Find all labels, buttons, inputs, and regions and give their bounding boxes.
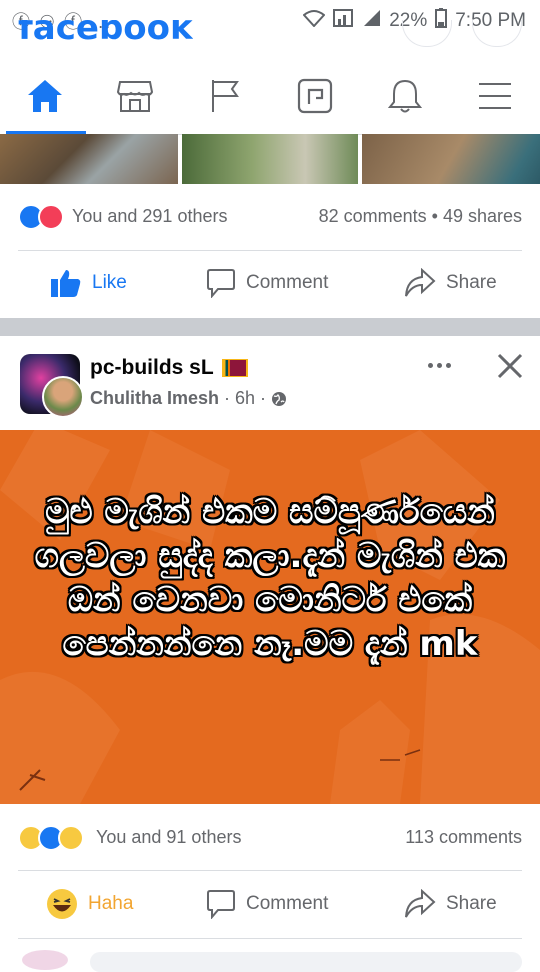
signal-2-icon (363, 9, 381, 33)
nav-home[interactable] (0, 58, 90, 134)
author-name[interactable]: Chulitha Imesh (90, 388, 219, 409)
post2-comments[interactable]: 113 comments (405, 827, 522, 848)
top-navigation (0, 58, 540, 135)
like-label: Like (92, 272, 127, 293)
nav-menu[interactable] (450, 58, 540, 134)
groups-icon (297, 78, 333, 114)
feed-separator (0, 318, 540, 336)
home-icon (28, 80, 62, 112)
post1-reactions-text[interactable]: You and 291 others (72, 206, 227, 227)
page-name-row: pc-builds sL (90, 356, 248, 380)
sri-lanka-flag-icon (221, 359, 248, 377)
post2-reaction-icons[interactable] (18, 825, 84, 851)
comment-label: Comment (246, 272, 329, 293)
more-options-icon[interactable] (424, 352, 454, 378)
meta-dot: · (224, 388, 231, 408)
divider (18, 250, 522, 251)
post1-share-button[interactable]: Share (404, 268, 497, 298)
photo-thumb-1[interactable] (0, 134, 178, 184)
like-thumb-icon (51, 270, 81, 297)
next-avatar-peek (22, 950, 68, 970)
post-text-background[interactable]: මුළු මැශින් එකම සම්පූර්ණයෙන් ගලවලා සුද්ද… (0, 430, 540, 804)
page-name[interactable]: pc-builds sL (90, 356, 214, 380)
notifications-bell-icon (388, 79, 422, 113)
facebook-logo: facebook (18, 20, 193, 42)
photo-thumb-3[interactable] (362, 134, 540, 184)
post-body-text: මුළු මැශින් එකම සම්පූර්ණයෙන් ගලවලා සුද්ද… (34, 492, 506, 664)
post2-share-button[interactable]: Share (404, 889, 497, 919)
photo-thumb-2[interactable] (182, 134, 358, 184)
post2-haha-button[interactable]: Haha (46, 888, 133, 920)
author-avatar[interactable] (42, 376, 84, 418)
post1-like-button[interactable]: Like (50, 268, 127, 298)
nav-groups[interactable] (270, 58, 360, 134)
close-post-icon[interactable] (496, 352, 524, 385)
meta-dot-2: · (260, 388, 267, 408)
divider (18, 938, 522, 939)
comment-icon (207, 890, 235, 919)
marketplace-icon (117, 81, 153, 112)
menu-icon (479, 83, 511, 109)
post2-reactions-text[interactable]: You and 91 others (96, 827, 241, 848)
header-button-peek-2 (472, 20, 522, 47)
page-avatar[interactable] (20, 354, 84, 418)
nav-notifications[interactable] (360, 58, 450, 134)
comment-icon (207, 269, 235, 298)
share-label: Share (446, 272, 497, 293)
pages-flag-icon (212, 80, 239, 112)
share-icon (405, 268, 436, 297)
post2-comment-button[interactable]: Comment (206, 889, 328, 919)
divider (18, 870, 522, 871)
love-reaction-icon (38, 204, 64, 230)
post-time[interactable]: 6h (235, 388, 255, 409)
comment-label: Comment (246, 893, 329, 914)
header-button-peek (402, 20, 452, 47)
comment-input-peek[interactable] (90, 952, 522, 972)
sad-reaction-icon (58, 825, 84, 851)
nav-pages[interactable] (180, 58, 270, 134)
haha-label: Haha (88, 893, 134, 914)
post-meta: Chulitha Imesh · 6h · (90, 388, 287, 409)
wifi-icon (302, 9, 326, 33)
share-label: Share (446, 893, 497, 914)
signal-icon (333, 9, 355, 33)
nav-marketplace[interactable] (90, 58, 180, 134)
haha-emoji-icon (47, 889, 77, 919)
share-icon (405, 889, 436, 918)
post1-comments-shares[interactable]: 82 comments • 49 shares (319, 206, 522, 227)
post1-comment-button[interactable]: Comment (206, 268, 328, 298)
post1-reaction-icons[interactable] (18, 204, 64, 230)
previous-post-images[interactable] (0, 134, 540, 184)
globe-icon (272, 391, 287, 406)
